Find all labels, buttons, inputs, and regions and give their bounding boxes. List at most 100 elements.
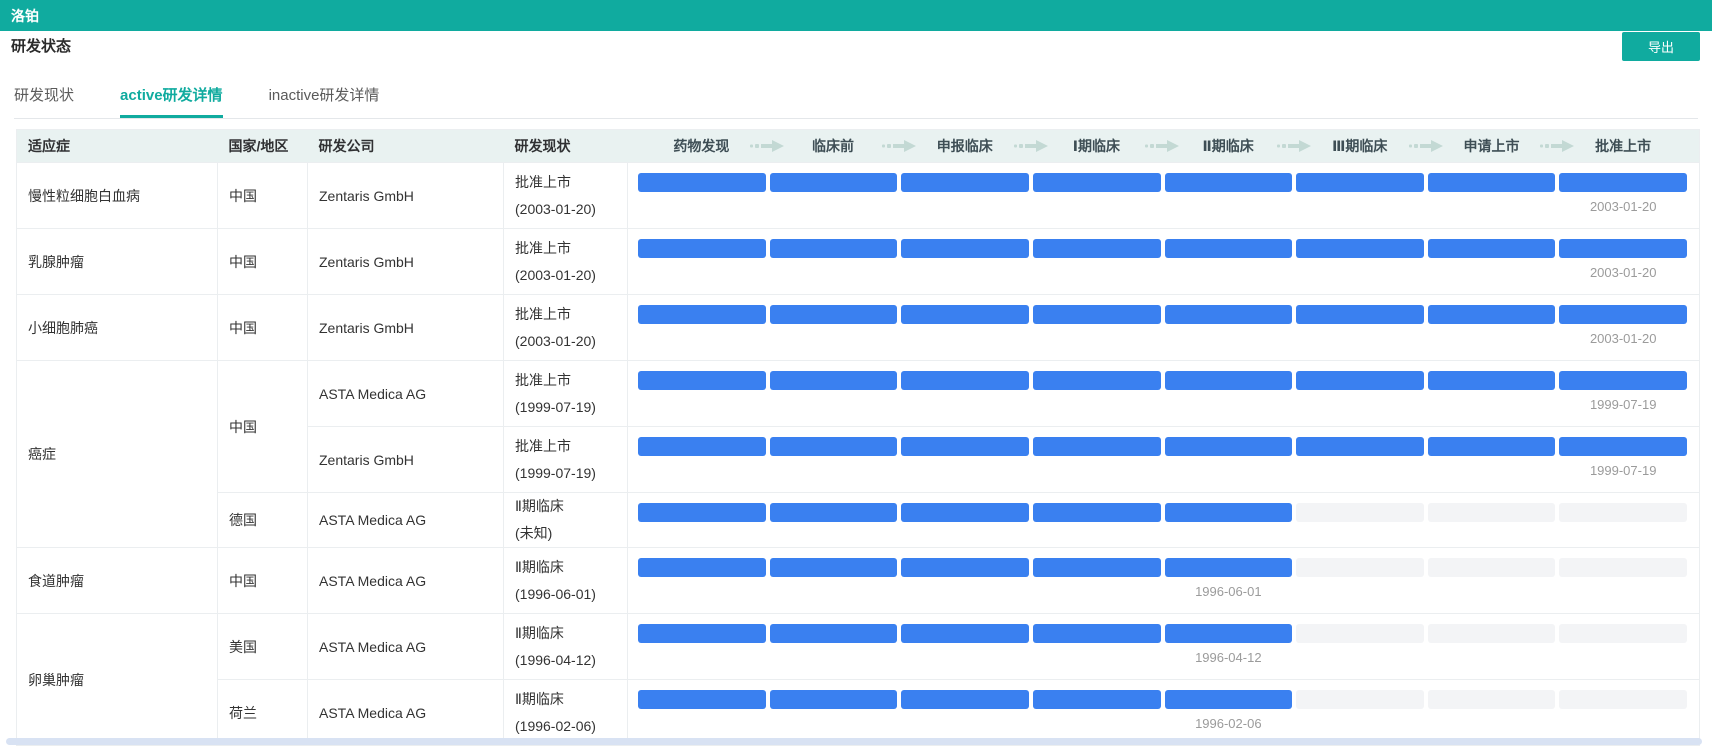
milestone-date-empty: [1165, 199, 1293, 214]
milestone-date-empty: [638, 463, 766, 478]
stage-bar-empty: [1296, 503, 1424, 522]
pipeline-cell: 1996-04-12: [628, 614, 1700, 680]
milestone-date: 1996-06-01: [1165, 584, 1293, 599]
pipeline-cell: [628, 493, 1700, 548]
milestone-date-empty: [770, 584, 898, 599]
pipeline-stages-header: 药物发现临床前申报临床Ⅰ期临床Ⅱ期临床Ⅲ期临床申请上市批准上市: [628, 130, 1700, 163]
milestone-date-empty: [1296, 265, 1424, 280]
status-phase: Ⅱ期临床: [515, 493, 627, 520]
milestone-date-empty: [1296, 716, 1424, 731]
stage-bar-empty: [1296, 558, 1424, 577]
country-cell: 中国: [218, 361, 308, 493]
stage-bar-filled: [770, 624, 898, 643]
milestone-date-empty: [901, 463, 1029, 478]
status-cell: Ⅱ期临床(1996-06-01): [504, 548, 628, 614]
table-row: 慢性粒细胞白血病中国Zentaris GmbH批准上市(2003-01-20)2…: [17, 163, 1700, 229]
stage-bar-empty: [1559, 690, 1687, 709]
stage-bar-filled: [1033, 690, 1161, 709]
table-row: 卵巢肿瘤美国ASTA Medica AGⅡ期临床(1996-04-12)1996…: [17, 614, 1700, 680]
stage-bar-filled: [1165, 558, 1293, 577]
stage-bar-filled: [1296, 437, 1424, 456]
milestone-date-empty: [901, 265, 1029, 280]
tab-bar: 研发现状 active研发详情 inactive研发详情: [14, 84, 1698, 119]
status-phase: 批准上市: [515, 169, 627, 196]
indication-cell: 慢性粒细胞白血病: [17, 163, 218, 229]
milestone-date: 2003-01-20: [1559, 331, 1687, 346]
stage-bar-filled: [770, 371, 898, 390]
stage-bar-filled: [770, 305, 898, 324]
indication-cell: 食道肿瘤: [17, 548, 218, 614]
stage-bar-filled: [1033, 305, 1161, 324]
horizontal-scrollbar-thumb[interactable]: [6, 738, 1702, 745]
status-date: (1999-07-19): [515, 460, 627, 487]
country-cell: 美国: [218, 614, 308, 680]
stage-bar-empty: [1559, 624, 1687, 643]
stage-bar-filled: [1559, 239, 1687, 258]
status-date: (1999-07-19): [515, 394, 627, 421]
stage-bar-filled: [1033, 239, 1161, 258]
milestone-date-empty: [901, 716, 1029, 731]
pipeline-cell: 1999-07-19: [628, 361, 1700, 427]
export-button[interactable]: 导出: [1622, 32, 1700, 61]
milestone-date-empty: [1559, 584, 1687, 599]
stage-bar-filled: [901, 690, 1029, 709]
country-cell: 荷兰: [218, 680, 308, 746]
milestone-date-empty: [770, 463, 898, 478]
milestone-date-empty: [1559, 650, 1687, 665]
stage-bar-filled: [638, 690, 766, 709]
status-date: (1996-02-06): [515, 713, 627, 740]
stage-bar-filled: [1033, 558, 1161, 577]
stage-bar-empty: [1428, 624, 1556, 643]
stage-bar-filled: [901, 239, 1029, 258]
table-row: 食道肿瘤中国ASTA Medica AGⅡ期临床(1996-06-01)1996…: [17, 548, 1700, 614]
stage-bar-empty: [1428, 690, 1556, 709]
milestone-date: 1996-02-06: [1165, 716, 1293, 731]
stage-bar-filled: [638, 437, 766, 456]
stage-bar-filled: [638, 624, 766, 643]
milestone-date-empty: [770, 397, 898, 412]
stage-bar-filled: [901, 503, 1029, 522]
stage-bar-filled: [638, 305, 766, 324]
milestone-date-empty: [901, 584, 1029, 599]
status-cell: Ⅱ期临床(1996-04-12): [504, 614, 628, 680]
tab-2[interactable]: inactive研发详情: [269, 84, 380, 118]
milestone-date-empty: [1033, 584, 1161, 599]
table-row: 荷兰ASTA Medica AGⅡ期临床(1996-02-06)1996-02-…: [17, 680, 1700, 746]
milestone-date-empty: [1165, 331, 1293, 346]
company-cell: Zentaris GmbH: [308, 229, 504, 295]
milestone-date-empty: [901, 650, 1029, 665]
milestone-date: 2003-01-20: [1559, 265, 1687, 280]
stage-bar-filled: [638, 558, 766, 577]
milestone-date: 1996-04-12: [1165, 650, 1293, 665]
milestone-date-empty: [1296, 584, 1424, 599]
company-cell: Zentaris GmbH: [308, 163, 504, 229]
stage-bar-filled: [770, 503, 898, 522]
table-row: 乳腺肿瘤中国Zentaris GmbH批准上市(2003-01-20)2003-…: [17, 229, 1700, 295]
stage-bar-filled: [1559, 305, 1687, 324]
stage-label-1: 临床前: [769, 136, 897, 156]
stage-bar-filled: [901, 624, 1029, 643]
stage-label-2: 申报临床: [901, 136, 1029, 156]
stage-bar-filled: [1165, 503, 1293, 522]
stage-label-7: 批准上市: [1559, 136, 1687, 156]
stage-bar-filled: [1165, 305, 1293, 324]
status-date: (2003-01-20): [515, 262, 627, 289]
stage-bar-filled: [1296, 173, 1424, 192]
table-row: 德国ASTA Medica AGⅡ期临床(未知): [17, 493, 1700, 548]
milestone-date: 2003-01-20: [1559, 199, 1687, 214]
milestone-date-empty: [1033, 199, 1161, 214]
milestone-date-empty: [901, 397, 1029, 412]
stage-bar-filled: [770, 558, 898, 577]
stage-label-3: Ⅰ期临床: [1033, 136, 1161, 156]
section-title: 研发状态: [0, 31, 1712, 56]
status-cell: 批准上市(2003-01-20): [504, 295, 628, 361]
stage-bar-filled: [1165, 239, 1293, 258]
development-details-table: 适应症国家/地区研发公司研发现状药物发现临床前申报临床Ⅰ期临床Ⅱ期临床Ⅲ期临床申…: [16, 129, 1700, 746]
status-cell: 批准上市(1999-07-19): [504, 361, 628, 427]
milestone-date-empty: [638, 397, 766, 412]
status-date: (1996-04-12): [515, 647, 627, 674]
tab-0[interactable]: 研发现状: [14, 84, 74, 118]
tab-1[interactable]: active研发详情: [120, 84, 223, 118]
milestone-date-empty: [770, 265, 898, 280]
milestone-date-empty: [638, 199, 766, 214]
